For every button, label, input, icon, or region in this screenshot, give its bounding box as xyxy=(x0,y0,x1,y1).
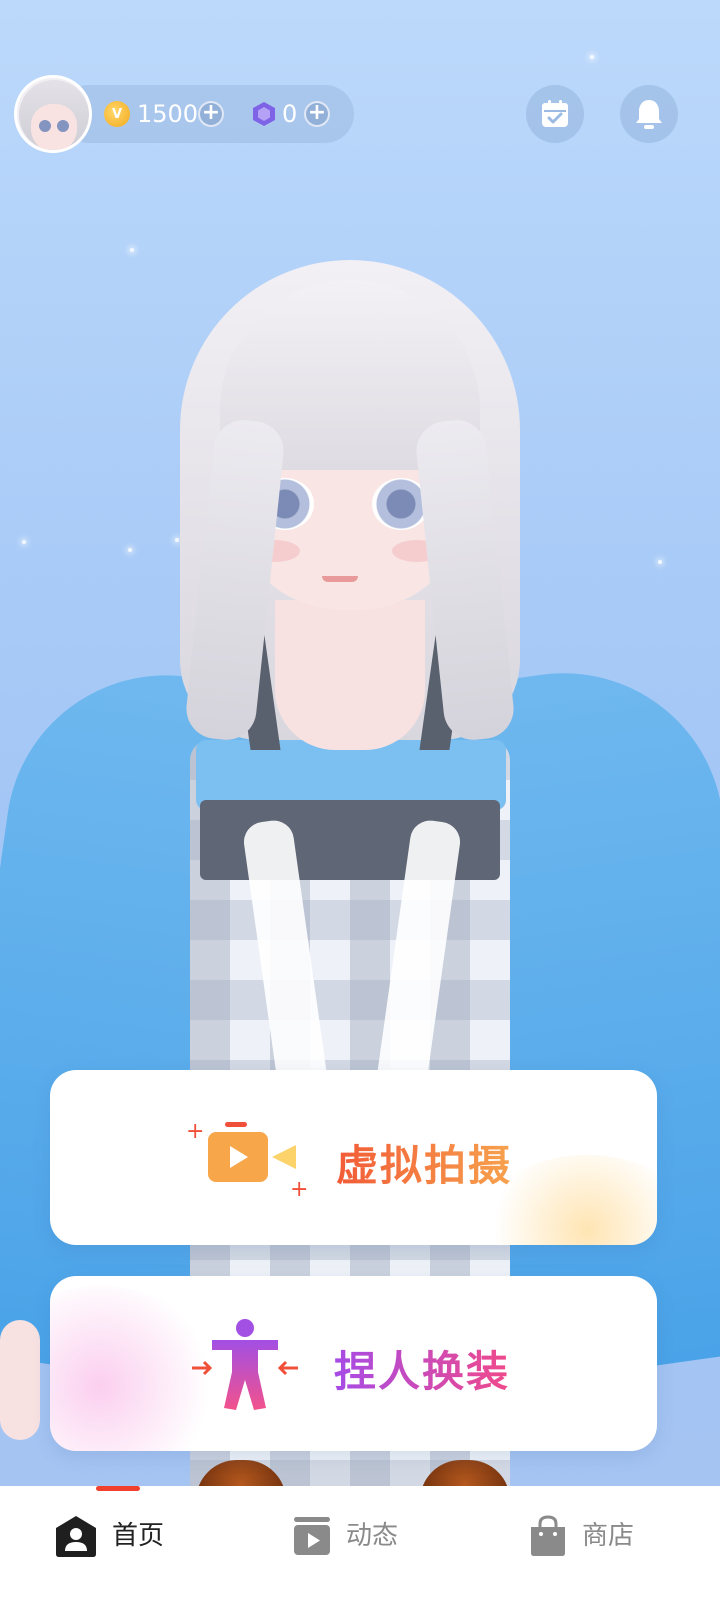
bell-icon xyxy=(636,100,662,129)
virtual-shoot-label: 虚拟拍摄 xyxy=(336,1132,512,1193)
video-camera-icon: + + xyxy=(186,1119,308,1200)
bottom-nav: 首页 动态 商店 xyxy=(0,1486,720,1600)
coin-icon: V xyxy=(104,101,130,127)
coin-balance: 1500 xyxy=(137,100,199,128)
avatar-eye xyxy=(57,120,69,132)
customize-outfit-card[interactable]: 捏人换装 xyxy=(50,1276,657,1451)
nav-home[interactable]: 首页 xyxy=(54,1496,164,1576)
calendar-check-icon xyxy=(542,100,568,127)
nav-home-label: 首页 xyxy=(112,1521,165,1551)
neck xyxy=(275,600,425,750)
svg-text:+: + xyxy=(186,1119,204,1144)
gem-icon xyxy=(253,102,275,126)
video-feed-icon xyxy=(294,1517,330,1555)
nav-shop[interactable]: 商店 xyxy=(528,1496,634,1576)
virtual-shoot-card[interactable]: + + 虚拟拍摄 xyxy=(50,1070,657,1245)
add-gems-button[interactable]: + xyxy=(304,101,330,127)
active-tab-indicator xyxy=(96,1486,140,1491)
home-person-icon xyxy=(56,1516,96,1557)
avatar-eye xyxy=(39,120,51,132)
customize-outfit-label: 捏人换装 xyxy=(334,1338,510,1399)
gem-balance: 0 xyxy=(282,100,298,128)
avatar-face xyxy=(31,104,77,150)
notification-button[interactable] xyxy=(620,85,678,143)
nav-shop-label: 商店 xyxy=(582,1521,635,1551)
mouth xyxy=(322,576,358,582)
nav-feed-label: 动态 xyxy=(346,1521,399,1551)
nav-feed[interactable]: 动态 xyxy=(292,1496,398,1576)
hand xyxy=(0,1320,40,1440)
figure-icon xyxy=(192,1319,298,1410)
svg-text:+: + xyxy=(290,1177,308,1200)
user-avatar[interactable] xyxy=(14,75,92,153)
checkin-button[interactable] xyxy=(526,85,584,143)
shopping-bag-icon xyxy=(531,1515,565,1556)
add-coins-button[interactable]: + xyxy=(198,101,224,127)
